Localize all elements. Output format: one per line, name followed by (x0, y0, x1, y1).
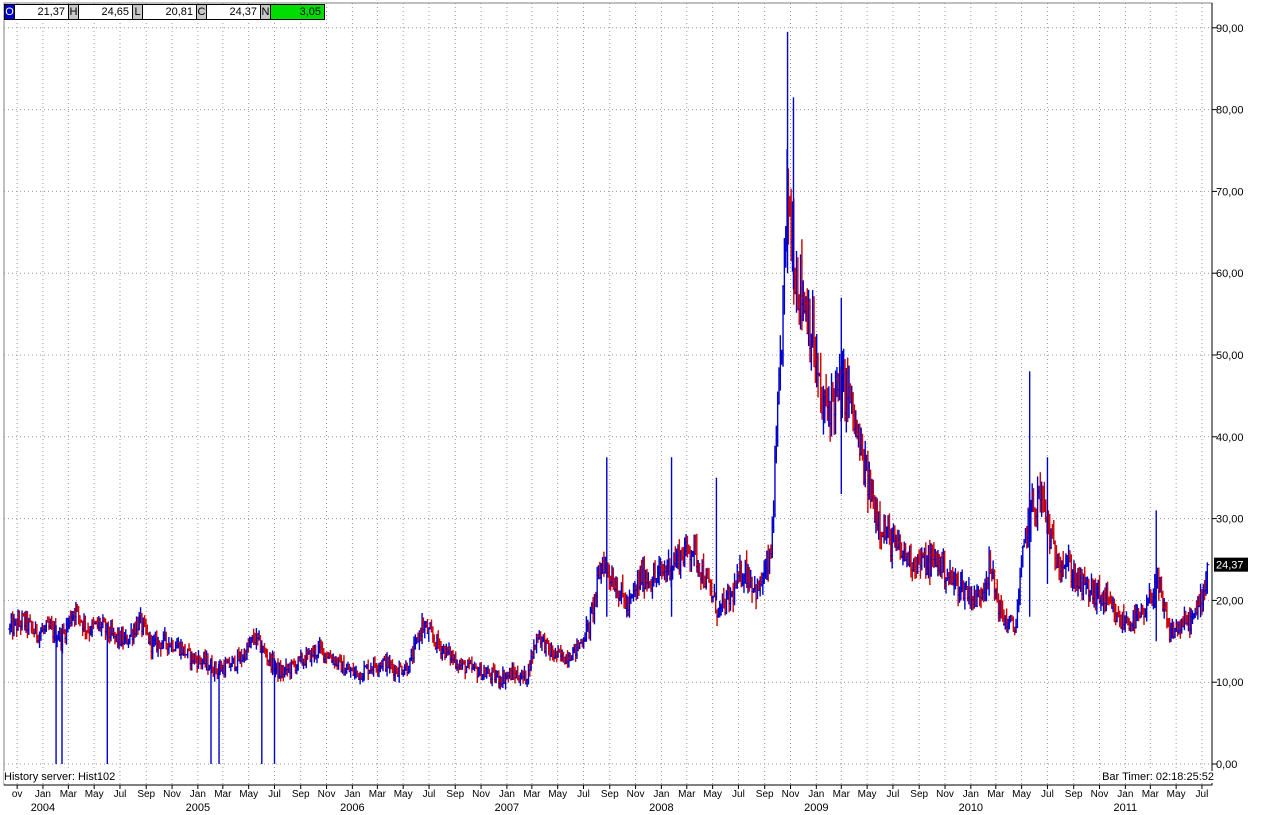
month-tick-label: Nov (1091, 789, 1109, 800)
month-tick-label: Jul (1041, 789, 1054, 800)
axes (3, 2, 1217, 789)
year-tick-label: 2010 (959, 802, 983, 814)
month-tick-label: Jan (653, 789, 669, 800)
close-cell: C 24,37 (197, 5, 261, 19)
year-tick-label: 2007 (495, 802, 519, 814)
month-tick-label: Jul (732, 789, 745, 800)
history-server-label: History server: Hist102 (4, 771, 116, 783)
open-cell: O 21,37 (5, 5, 69, 19)
year-tick-label: 2005 (186, 802, 210, 814)
year-tick-label: 2008 (649, 802, 673, 814)
month-tick-label: Sep (292, 789, 310, 800)
month-tick-label: Mar (678, 789, 696, 800)
y-tick-label: 80,00 (1216, 105, 1244, 117)
month-tick-label: Jan (1117, 789, 1133, 800)
price-chart: 0,00 10,00 20,00 30,00 40,00 50,00 60,00 70,00 8… (3, 2, 1248, 814)
price-bars (7, 31, 1210, 764)
month-tick-label: Jul (1196, 789, 1209, 800)
bar-timer-label: Bar Timer: 02:18:25:52 (1102, 771, 1214, 783)
month-tick-label: May (548, 789, 567, 800)
month-tick-label: Jan (344, 789, 360, 800)
month-tick-label: Jan (499, 789, 515, 800)
year-tick-label: 2006 (340, 802, 364, 814)
y-tick-label: 90,00 (1216, 23, 1244, 35)
open-tag: O (5, 5, 15, 19)
month-tick-label: Mar (60, 789, 78, 800)
close-tag: C (197, 5, 207, 19)
y-tick-label: 20,00 (1216, 595, 1244, 607)
month-tick-label: Mar (214, 789, 232, 800)
month-tick-label: Nov (782, 789, 800, 800)
month-tick-label: Mar (1142, 789, 1160, 800)
month-tick-label: Mar (369, 789, 387, 800)
month-tick-label: Sep (1065, 789, 1083, 800)
month-tick-label: Nov (163, 789, 181, 800)
month-tick-label: Sep (756, 789, 774, 800)
grid (4, 3, 1212, 785)
month-tick-label: Sep (446, 789, 464, 800)
month-tick-label: Jul (577, 789, 590, 800)
net-tag: N (261, 5, 271, 19)
month-tick-label: Jan (190, 789, 206, 800)
month-tick-label: Mar (833, 789, 851, 800)
close-value: 24,37 (229, 6, 257, 18)
axis-labels: 0,00 10,00 20,00 30,00 40,00 50,00 60,00 70,00 8… (12, 23, 1248, 814)
month-tick-label: Jan (808, 789, 824, 800)
y-tick-label: 40,00 (1216, 432, 1244, 444)
month-tick-label: Nov (627, 789, 645, 800)
low-cell: L 20,81 (133, 5, 197, 19)
net-value: 3,05 (271, 5, 324, 19)
high-cell: H 24,65 (69, 5, 133, 19)
month-tick-label: Jan (963, 789, 979, 800)
y-tick-label: 60,00 (1216, 268, 1244, 280)
month-tick-label: May (858, 789, 877, 800)
high-value: 24,65 (101, 6, 129, 18)
month-tick-label: May (1167, 789, 1186, 800)
month-tick-label: Jul (114, 789, 127, 800)
month-tick-label: Jan (35, 789, 51, 800)
y-tick-label: 50,00 (1216, 350, 1244, 362)
y-tick-label: 0,00 (1216, 759, 1237, 771)
month-tick-label: May (85, 789, 104, 800)
plot-frame (3, 2, 1213, 786)
month-tick-label: Mar (987, 789, 1005, 800)
month-tick-label: Mar (523, 789, 541, 800)
y-tick-label: 10,00 (1216, 677, 1244, 689)
month-tick-label: Nov (936, 789, 954, 800)
last-value-label: 24,37 (1216, 560, 1244, 572)
low-tag: L (133, 5, 143, 19)
month-tick-label: May (394, 789, 413, 800)
month-tick-label: Jul (268, 789, 281, 800)
open-value: 21,37 (37, 6, 65, 18)
month-tick-label: Sep (910, 789, 928, 800)
month-tick-label: Sep (601, 789, 619, 800)
year-tick-label: 2011 (1114, 802, 1138, 814)
month-tick-label: Jul (423, 789, 436, 800)
month-tick-label: Nov (472, 789, 490, 800)
net-cell: N 3,05 (261, 5, 324, 19)
month-tick-label: Sep (137, 789, 155, 800)
month-tick-label: May (1012, 789, 1031, 800)
year-tick-label: 2004 (31, 802, 55, 814)
high-tag: H (69, 5, 79, 19)
month-tick-label: May (703, 789, 722, 800)
month-tick-label: ov (12, 789, 23, 800)
low-value: 20,81 (165, 6, 193, 18)
month-tick-label: Jul (887, 789, 900, 800)
year-tick-label: 2009 (804, 802, 828, 814)
ohlc-info-bar: O 21,37 H 24,65 L 20,81 C 24,37 N 3,05 (4, 4, 325, 20)
y-tick-label: 70,00 (1216, 186, 1244, 198)
y-tick-label: 30,00 (1216, 514, 1244, 526)
month-tick-label: Nov (318, 789, 336, 800)
month-tick-label: May (239, 789, 258, 800)
